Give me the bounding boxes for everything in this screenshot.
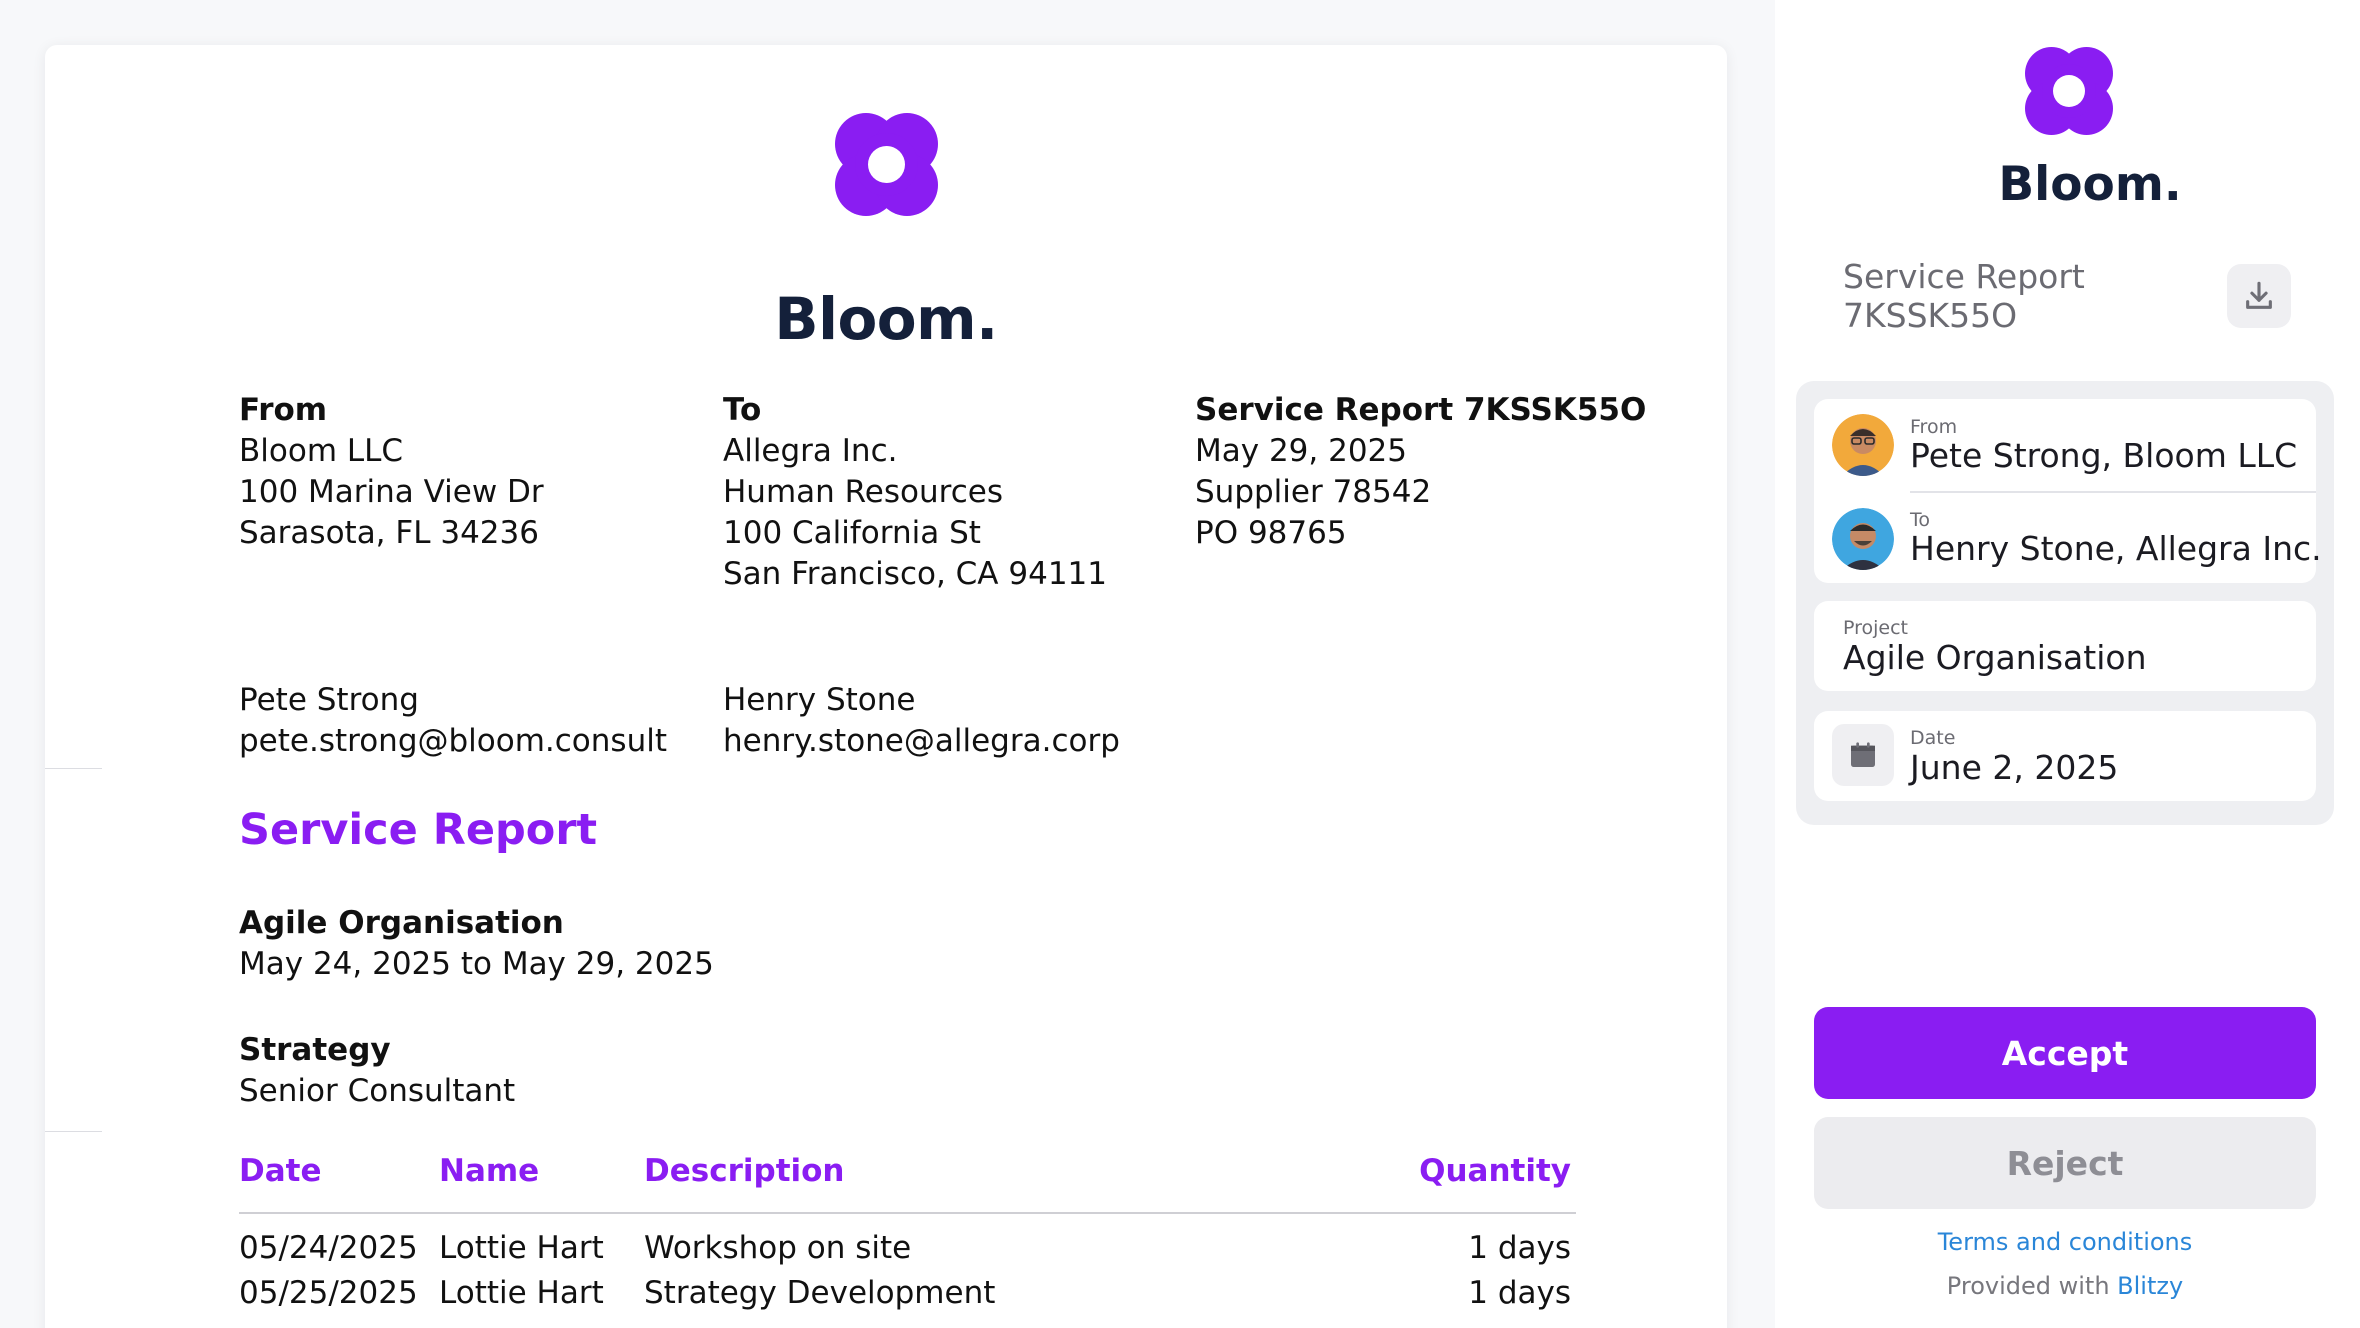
download-button[interactable]: [2227, 264, 2291, 328]
from-value: Pete Strong, Bloom LLC: [1910, 436, 2298, 475]
table-header-date: Date: [239, 1153, 322, 1189]
sidebar-brand-name: Bloom.: [1998, 157, 2182, 212]
to-avatar: [1832, 508, 1894, 570]
sidebar-report-label: Service Report: [1843, 257, 2085, 296]
row-description: Strategy Development: [644, 1275, 996, 1311]
to-company: Allegra Inc.: [723, 433, 898, 469]
to-city: San Francisco, CA 94111: [723, 556, 1107, 592]
role-title: Senior Consultant: [239, 1073, 516, 1109]
sidebar-report-title: Service Report 7KSSK55O: [1843, 257, 2085, 335]
project-period: May 24, 2025 to May 29, 2025: [239, 946, 714, 982]
parties-divider: [1910, 491, 2316, 493]
report-heading: Service Report 7KSSK55O: [1195, 392, 1647, 428]
row-description: Workshop on site: [644, 1230, 912, 1266]
date-card: Date June 2, 2025: [1814, 711, 2316, 801]
from-heading: From: [239, 392, 328, 428]
row-name: Lottie Hart: [439, 1230, 604, 1266]
project-card: Project Agile Organisation: [1814, 601, 2316, 691]
section-title: Service Report: [239, 805, 598, 855]
table-header-description: Description: [644, 1153, 845, 1189]
to-heading: To: [723, 392, 762, 428]
sidebar-bloom-logo-icon: [2025, 47, 2113, 135]
project-value: Agile Organisation: [1843, 638, 2147, 677]
row-date: 05/24/2025: [239, 1230, 418, 1266]
download-icon: [2246, 281, 2272, 309]
to-label: To: [1910, 509, 1931, 531]
review-sidebar: Bloom. Service Report 7KSSK55O From Pete…: [1775, 0, 2360, 1328]
date-value: June 2, 2025: [1910, 748, 2119, 787]
bloom-logo-icon: [45, 113, 1727, 216]
report-date: May 29, 2025: [1195, 433, 1407, 469]
table-header-name: Name: [439, 1153, 540, 1189]
from-address-block: From Bloom LLC 100 Marina View Dr Saraso…: [239, 390, 544, 554]
to-address-block: To Allegra Inc. Human Resources 100 Cali…: [723, 390, 1107, 595]
po-number: PO 98765: [1195, 515, 1347, 551]
to-contact: Henry Stone henry.stone@allegra.corp: [723, 680, 1120, 762]
row-quantity: 1 days: [1468, 1230, 1571, 1266]
calendar-icon: [1851, 742, 1875, 767]
project-label: Project: [1843, 617, 1909, 639]
sidebar-report-id: 7KSSK55O: [1843, 296, 2018, 335]
provided-label: Provided with: [1946, 1272, 2110, 1300]
supplier-number: Supplier 78542: [1195, 474, 1432, 510]
report-meta-block: Service Report 7KSSK55O May 29, 2025 Sup…: [1195, 390, 1646, 554]
row-name: Lottie Hart: [439, 1275, 604, 1311]
to-contact-email: henry.stone@allegra.corp: [723, 723, 1120, 759]
accept-button[interactable]: Accept: [1814, 1007, 2316, 1099]
report-details-panel: From Pete Strong, Bloom LLC To Henry Sto…: [1796, 381, 2334, 825]
role-block: Strategy Senior Consultant: [239, 1030, 515, 1112]
row-date: 05/25/2025: [239, 1275, 418, 1311]
table-header-quantity: Quantity: [1419, 1153, 1571, 1189]
to-department: Human Resources: [723, 474, 1003, 510]
from-contact: Pete Strong pete.strong@bloom.consult: [239, 680, 667, 762]
from-avatar: [1832, 414, 1894, 476]
document-divider-mark: [45, 768, 102, 769]
to-street: 100 California St: [723, 515, 981, 551]
from-company: Bloom LLC: [239, 433, 404, 469]
project-block: Agile Organisation May 24, 2025 to May 2…: [239, 903, 714, 985]
reject-button[interactable]: Reject: [1814, 1117, 2316, 1209]
from-city: Sarasota, FL 34236: [239, 515, 539, 551]
document-divider-mark: [45, 1131, 102, 1132]
terms-link[interactable]: Terms and conditions: [1814, 1228, 2316, 1256]
project-name: Agile Organisation: [239, 905, 564, 941]
parties-card: From Pete Strong, Bloom LLC To Henry Sto…: [1814, 399, 2322, 583]
table-header-rule: [239, 1212, 1576, 1214]
from-contact-email: pete.strong@bloom.consult: [239, 723, 667, 759]
from-label: From: [1910, 416, 1958, 438]
role-name: Strategy: [239, 1032, 391, 1068]
date-label: Date: [1910, 727, 1956, 749]
provided-by: Provided with Blitzy: [1814, 1272, 2316, 1300]
to-contact-name: Henry Stone: [723, 682, 916, 718]
document-brand-name: Bloom.: [774, 285, 998, 353]
row-quantity: 1 days: [1468, 1275, 1571, 1311]
calendar-icon-box: [1832, 724, 1894, 786]
to-value: Henry Stone, Allegra Inc.: [1910, 529, 2322, 568]
from-street: 100 Marina View Dr: [239, 474, 544, 510]
provider-link[interactable]: Blitzy: [2117, 1272, 2183, 1300]
from-contact-name: Pete Strong: [239, 682, 419, 718]
